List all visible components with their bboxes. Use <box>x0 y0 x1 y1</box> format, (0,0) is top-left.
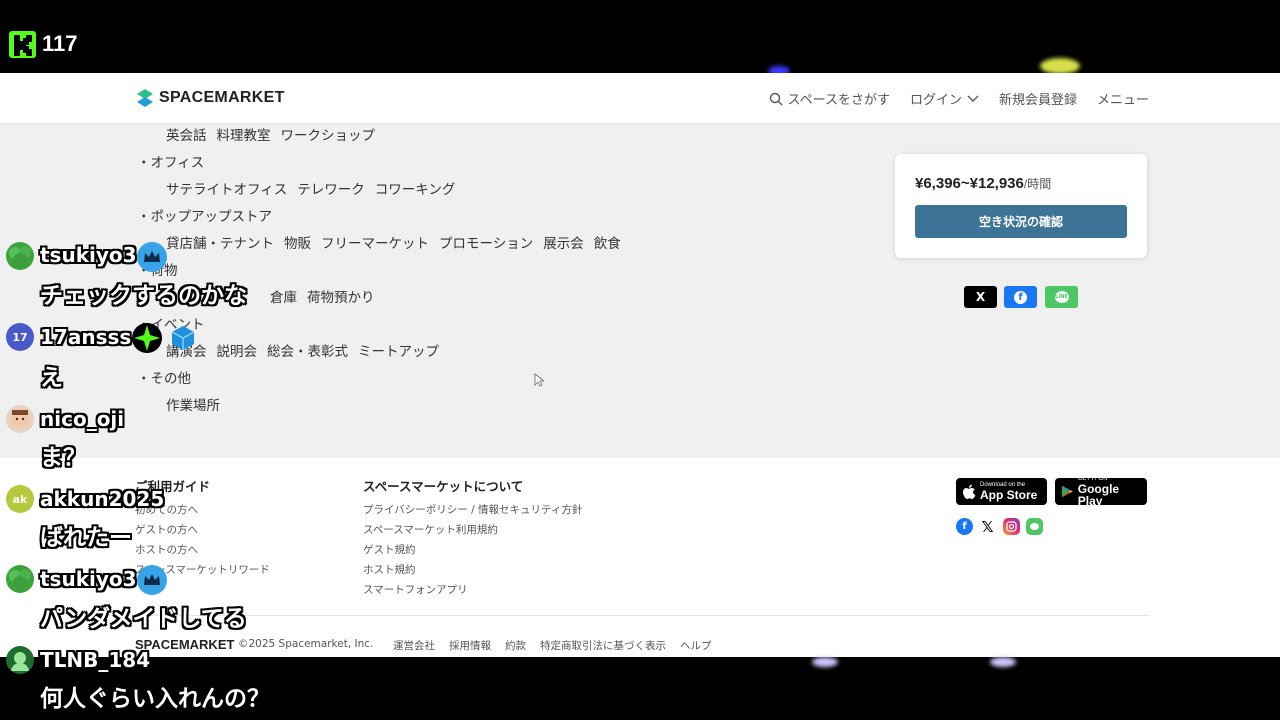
mouse-cursor-icon <box>534 373 544 387</box>
footer-link[interactable]: スペースマーケット利用規約 <box>363 522 498 537</box>
category-heading: ・その他 <box>137 371 191 387</box>
share-line-button[interactable]: LINE <box>1045 286 1078 308</box>
footer-divider <box>135 615 1150 616</box>
about-heading: スペースマーケットについて <box>363 479 524 494</box>
footer-link[interactable]: ゲスト規約 <box>363 542 416 557</box>
category-link[interactable]: 作業場所 <box>166 394 220 414</box>
category-sublist: 英会話 料理教室 ワークショップ <box>166 124 375 144</box>
footer-bottom-link[interactable]: 特定商取引法に基づく表示 <box>540 638 666 653</box>
spacemarket-logo-icon <box>137 89 153 107</box>
x-icon: X <box>975 290 986 304</box>
price-unit: /時間 <box>1023 177 1052 191</box>
app-store-big-text: App Store <box>980 488 1038 502</box>
category-link[interactable]: 英会話 <box>166 124 207 144</box>
line-icon: LINE <box>1054 291 1069 303</box>
menu-button[interactable]: メニュー <box>1097 89 1149 108</box>
category-link[interactable]: テレワーク <box>297 178 365 198</box>
footer-bottom-link[interactable]: ヘルプ <box>680 638 712 653</box>
footer-link[interactable]: スマートフォンアプリ <box>363 582 468 597</box>
browser-page: SPACEMARKET スペースをさがす ログイン 新規会員登録 メニュー 英会… <box>0 73 1280 657</box>
chevron-down-icon <box>967 95 979 102</box>
category-link[interactable]: 総会・表彰式 <box>267 340 348 360</box>
share-x-button[interactable]: X <box>964 286 997 308</box>
footer-link[interactable]: ホスト規約 <box>363 562 416 577</box>
login-label: ログイン <box>909 93 962 108</box>
login-dropdown[interactable]: ログイン <box>910 89 979 108</box>
category-link[interactable]: 説明会 <box>217 340 258 360</box>
neon-light-decoration <box>812 657 838 667</box>
category-sublist: サテライトオフィス テレワーク コワーキング <box>166 178 455 198</box>
category-heading: ・オフィス <box>137 155 205 171</box>
category-link[interactable]: 料理教室 <box>217 124 271 144</box>
instagram-icon[interactable] <box>1003 518 1020 535</box>
site-footer: ご利用ガイド 初めての方へ ゲストの方へ ホストの方へ スペースマーケットリワー… <box>0 458 1280 657</box>
google-play-big-text: Google Play <box>1077 482 1120 508</box>
footer-link[interactable]: スペースマーケットリワード <box>135 562 270 577</box>
copyright: ©2025 Spacemarket, Inc. <box>238 638 374 650</box>
header-nav: スペースをさがす ログイン 新規会員登録 メニュー <box>769 89 1149 108</box>
category-link[interactable]: 講演会 <box>166 340 207 360</box>
category-link[interactable]: 貸店舗・テナント <box>166 232 274 252</box>
facebook-icon: f <box>1014 290 1027 304</box>
app-store-text: Download on the App Store <box>980 482 1037 501</box>
google-play-button[interactable]: GET IT ON Google Play <box>1055 476 1147 507</box>
category-link[interactable]: コワーキング <box>375 178 456 198</box>
category-link[interactable]: プロモーション <box>439 232 533 252</box>
spacemarket-logo[interactable]: SPACEMARKET <box>135 87 285 109</box>
category-link[interactable]: 飲食 <box>594 232 621 252</box>
category-link[interactable]: ミートアップ <box>358 340 439 360</box>
app-store-button[interactable]: Download on the App Store <box>956 478 1047 505</box>
apple-icon <box>963 484 976 499</box>
category-link[interactable]: 倉庫 <box>270 286 297 306</box>
footer-bottom-link[interactable]: 約款 <box>505 638 526 653</box>
category-sublist: 倉庫 荷物預かり <box>270 286 375 306</box>
google-play-icon <box>1061 485 1073 498</box>
stream-bottom-bar <box>0 657 1280 720</box>
category-link[interactable]: 展示会 <box>543 232 584 252</box>
category-heading: ・荷物 <box>137 263 178 279</box>
signup-link[interactable]: 新規会員登録 <box>999 89 1077 108</box>
footer-bottom-link[interactable]: 運営会社 <box>393 638 435 653</box>
guide-heading: ご利用ガイド <box>135 479 211 494</box>
category-link[interactable]: ワークショップ <box>281 124 376 144</box>
line-icon[interactable] <box>1026 518 1043 535</box>
category-heading: ・ポップアップストア <box>137 209 272 225</box>
footer-brand: SPACEMARKET <box>135 637 235 652</box>
site-header: SPACEMARKET スペースをさがす ログイン 新規会員登録 メニュー <box>0 73 1280 124</box>
category-sublist: 貸店舗・テナント 物販 フリーマーケット プロモーション 展示会 飲食 <box>166 232 621 252</box>
footer-link[interactable]: プライバシーポリシー / 情報セキュリティ方針 <box>363 502 582 517</box>
category-sublist: 作業場所 <box>166 394 220 414</box>
category-link[interactable]: 物販 <box>284 232 311 252</box>
footer-link[interactable]: 初めての方へ <box>135 502 198 517</box>
category-link[interactable]: フリーマーケット <box>321 232 429 252</box>
brand-name: SPACEMARKET <box>159 89 285 106</box>
footer-link[interactable]: ホストの方へ <box>135 542 198 557</box>
price-value: ¥6,396~¥12,936 <box>915 175 1024 192</box>
facebook-icon[interactable]: f <box>956 518 973 535</box>
kick-logo-icon <box>9 31 36 58</box>
search-spaces-label: スペースをさがす <box>787 93 890 108</box>
check-availability-button[interactable]: 空き状況の確認 <box>915 205 1127 238</box>
neon-light-decoration <box>990 657 1016 667</box>
category-link[interactable]: サテライトオフィス <box>166 178 287 198</box>
category-heading: ・イベント <box>137 317 205 333</box>
neon-light-decoration <box>1040 58 1080 74</box>
stream-top-bar: 117 <box>0 0 1280 76</box>
viewer-count: 117 <box>42 31 78 56</box>
search-icon <box>769 92 782 105</box>
footer-bottom-links: 運営会社 採用情報 約款 特定商取引法に基づく表示 ヘルプ <box>393 638 712 653</box>
x-icon[interactable]: 𝕏 <box>979 518 996 536</box>
search-spaces-link[interactable]: スペースをさがす <box>769 89 890 108</box>
price-card: ¥6,396~¥12,936/時間 空き状況の確認 <box>895 154 1147 258</box>
category-link[interactable]: 荷物預かり <box>307 286 375 306</box>
google-play-text: GET IT ON Google Play <box>1078 476 1141 507</box>
footer-bottom-link[interactable]: 採用情報 <box>449 638 491 653</box>
category-sublist: 講演会 説明会 総会・表彰式 ミートアップ <box>166 340 439 360</box>
price-range: ¥6,396~¥12,936/時間 <box>915 175 1051 192</box>
footer-link[interactable]: ゲストの方へ <box>135 522 198 537</box>
share-facebook-button[interactable]: f <box>1004 286 1037 308</box>
